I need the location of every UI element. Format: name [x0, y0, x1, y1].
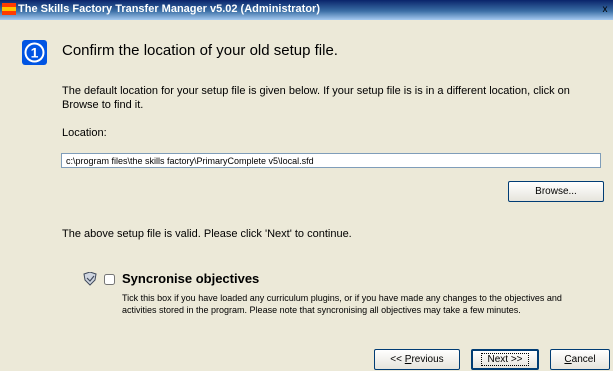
- cancel-button-accelerator: C: [564, 354, 572, 365]
- sync-objectives-checkbox[interactable]: [104, 274, 115, 285]
- step-description: The default location for your setup file…: [62, 85, 570, 111]
- step-number: 1: [31, 45, 39, 61]
- location-input[interactable]: [61, 153, 601, 168]
- location-label: Location:: [62, 127, 107, 139]
- page-heading: Confirm the location of your old setup f…: [62, 42, 338, 59]
- previous-button[interactable]: << Previous: [374, 349, 460, 370]
- validation-message: The above setup file is valid. Please cl…: [62, 228, 352, 240]
- sync-objectives-label[interactable]: Syncronise objectives: [122, 271, 259, 286]
- previous-button-rest: revious: [411, 354, 444, 365]
- browse-button[interactable]: Browse...: [508, 181, 604, 202]
- app-flag-icon: [2, 3, 16, 15]
- title-bar[interactable]: The Skills Factory Transfer Manager v5.0…: [0, 0, 613, 20]
- cancel-button[interactable]: Cancel: [550, 349, 610, 370]
- sync-objectives-description: Tick this box if you have loaded any cur…: [122, 293, 562, 315]
- step-one-icon: 1: [22, 40, 47, 65]
- cancel-button-rest: ancel: [571, 354, 596, 365]
- close-button[interactable]: x: [599, 3, 611, 16]
- window-title: The Skills Factory Transfer Manager v5.0…: [18, 3, 320, 15]
- next-button-label: Next >>: [481, 353, 529, 366]
- sync-shield-icon: [83, 272, 97, 286]
- previous-button-prefix: <<: [390, 354, 405, 365]
- transfer-manager-window: The Skills Factory Transfer Manager v5.0…: [0, 0, 613, 371]
- next-button[interactable]: Next >>: [471, 349, 539, 370]
